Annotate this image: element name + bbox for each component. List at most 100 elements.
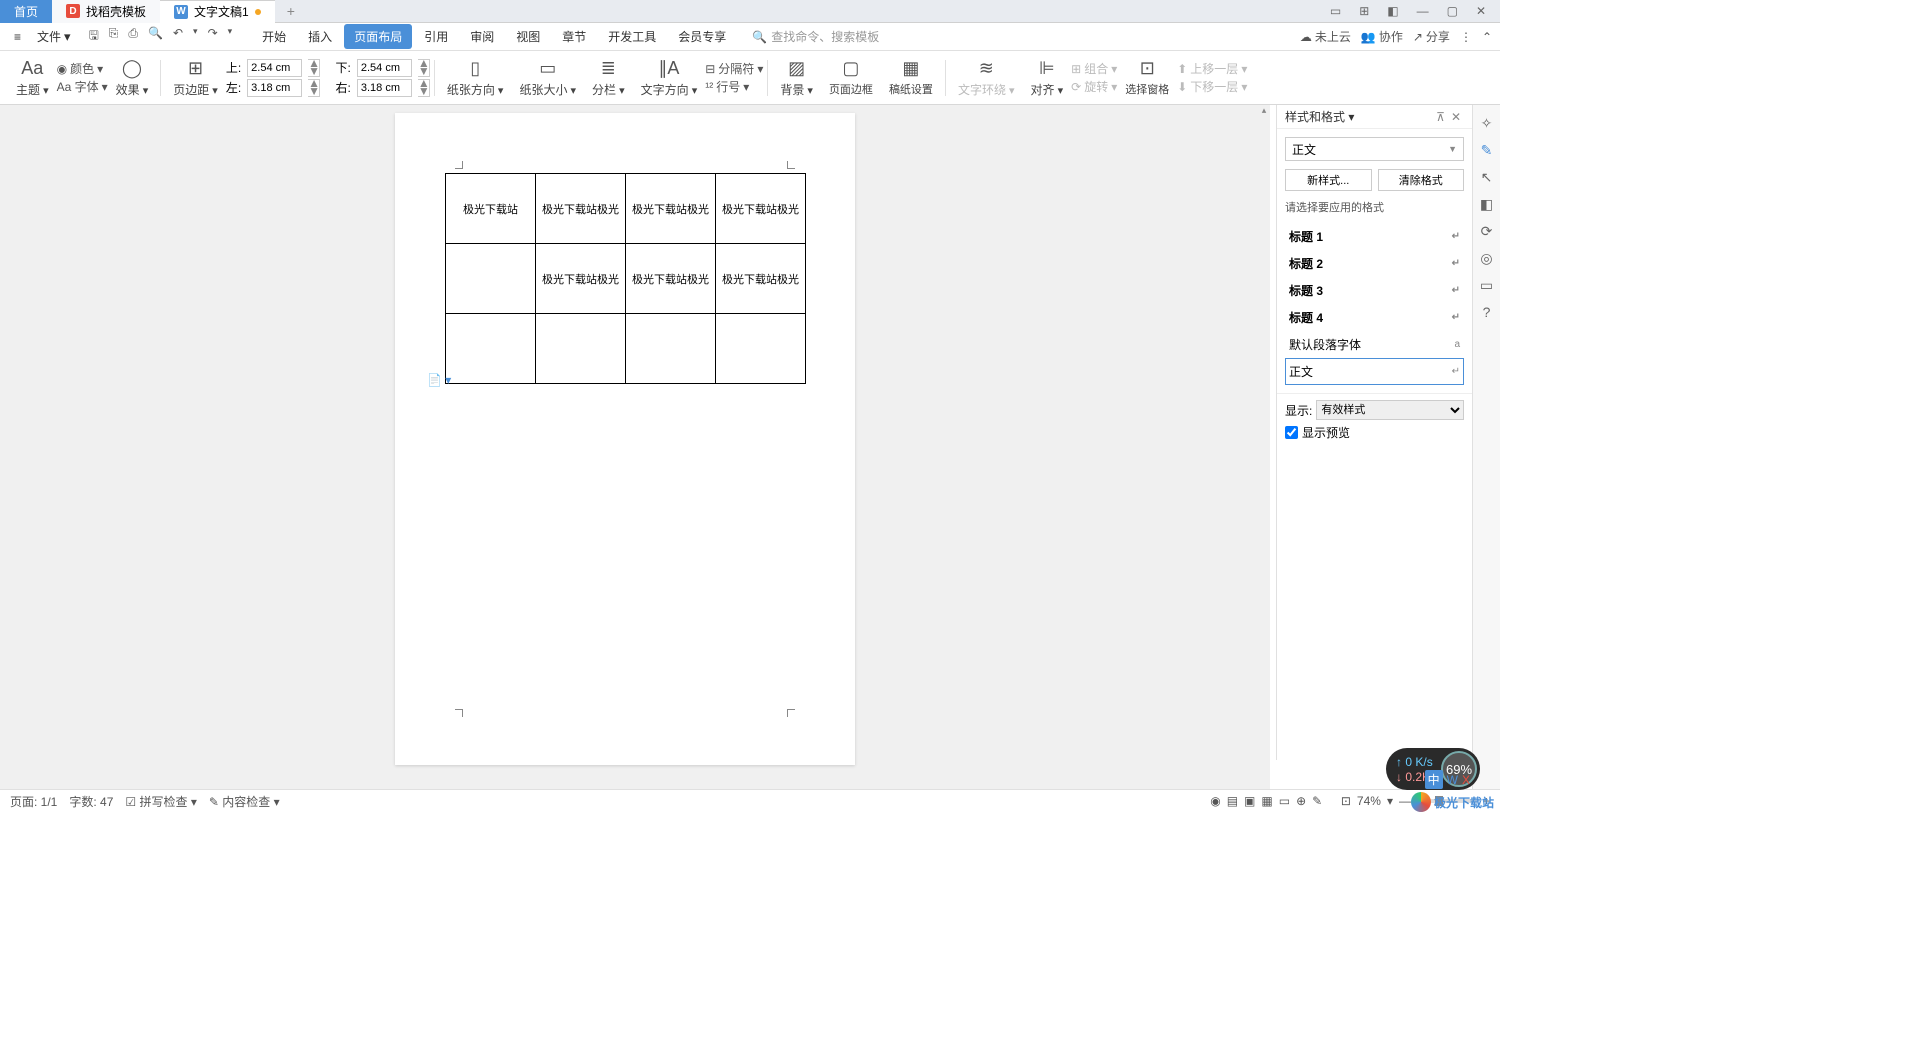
columns-button[interactable]: ≣分栏 ▾ bbox=[584, 51, 633, 104]
styles-icon[interactable]: ✎ bbox=[1481, 142, 1493, 159]
export-icon[interactable]: ⎘ bbox=[107, 24, 121, 49]
margin-left-input[interactable] bbox=[247, 79, 302, 97]
ai-icon[interactable]: ✧ bbox=[1481, 115, 1493, 132]
table-cell[interactable] bbox=[446, 314, 536, 384]
save-icon[interactable]: 🖫 bbox=[87, 24, 101, 49]
layout1-icon[interactable]: ▣ bbox=[1244, 794, 1255, 808]
word-count[interactable]: 字数: 47 bbox=[69, 793, 113, 810]
margins-button[interactable]: ⊞页边距 ▾ bbox=[165, 51, 226, 104]
tab-dev[interactable]: 开发工具 bbox=[598, 24, 666, 49]
refresh-icon[interactable]: ⟳ bbox=[1481, 223, 1493, 240]
pane-close-icon[interactable]: ✕ bbox=[1448, 110, 1464, 124]
close-button[interactable]: ✕ bbox=[1472, 2, 1490, 20]
shapes-icon[interactable]: ◧ bbox=[1480, 196, 1493, 213]
tab-chapter[interactable]: 章节 bbox=[552, 24, 596, 49]
table-cell[interactable] bbox=[536, 314, 626, 384]
new-tab-button[interactable]: + bbox=[275, 3, 307, 19]
share-button[interactable]: ↗ 分享 bbox=[1413, 28, 1450, 45]
show-filter-select[interactable]: 有效样式 bbox=[1316, 400, 1464, 420]
zoom-value[interactable]: 74% bbox=[1357, 794, 1381, 808]
pane-pin-icon[interactable]: ⊼ bbox=[1433, 110, 1448, 124]
table-cell[interactable]: 极光下载站极光 bbox=[716, 174, 806, 244]
tab-start[interactable]: 开始 bbox=[252, 24, 296, 49]
background-button[interactable]: ▨背景 ▾ bbox=[772, 51, 821, 104]
text-direction-button[interactable]: ∥A文字方向 ▾ bbox=[633, 51, 706, 104]
redo-icon[interactable]: ↷ bbox=[206, 24, 220, 49]
style-body[interactable]: 正文↵ bbox=[1285, 358, 1464, 385]
selection-pane-button[interactable]: ⊡选择窗格 bbox=[1117, 51, 1177, 104]
hamburger-icon[interactable]: ≡ bbox=[8, 27, 27, 47]
preview-checkbox[interactable] bbox=[1285, 426, 1298, 439]
align-button[interactable]: ⊫对齐 ▾ bbox=[1023, 51, 1072, 104]
table-cell[interactable]: 极光下载站极光 bbox=[716, 244, 806, 314]
line-number-button[interactable]: ¹² 行号 ▾ bbox=[705, 78, 763, 95]
file-menu[interactable]: 文件 ▾ bbox=[31, 25, 77, 48]
tab-view[interactable]: 视图 bbox=[506, 24, 550, 49]
table-cell[interactable] bbox=[716, 314, 806, 384]
tab-references[interactable]: 引用 bbox=[414, 24, 458, 49]
paper-setup-button[interactable]: ▦稿纸设置 bbox=[881, 51, 941, 104]
more-icon[interactable]: ⋮ bbox=[1460, 30, 1472, 44]
ime-indicator[interactable]: 中 WX bbox=[1425, 770, 1470, 789]
margin-top-input[interactable] bbox=[247, 59, 302, 77]
command-search[interactable]: 🔍 查找命令、搜索模板 bbox=[752, 28, 879, 45]
font-button[interactable]: Aa 字体 ▾ bbox=[57, 78, 108, 95]
page-indicator-icon[interactable]: 📄 ▾ bbox=[427, 373, 451, 387]
ink-icon[interactable]: ✎ bbox=[1312, 794, 1322, 808]
vertical-scrollbar[interactable]: ▴ bbox=[1258, 105, 1270, 789]
current-style-combo[interactable]: 正文▼ bbox=[1285, 137, 1464, 161]
margin-bottom-input[interactable] bbox=[357, 59, 412, 77]
theme-button[interactable]: Aa主题 ▾ bbox=[8, 51, 57, 104]
cloud-status[interactable]: ☁ 未上云 bbox=[1300, 28, 1351, 45]
document-canvas[interactable]: 极光下载站 极光下载站极光 极光下载站极光 极光下载站极光 极光下载站极光 极光… bbox=[0, 105, 1270, 789]
style-heading3[interactable]: 标题 3↵ bbox=[1285, 277, 1464, 304]
eye-icon[interactable]: ◉ bbox=[1210, 794, 1220, 808]
new-style-button[interactable]: 新样式... bbox=[1285, 169, 1372, 191]
clear-format-button[interactable]: 清除格式 bbox=[1378, 169, 1465, 191]
tab-document[interactable]: W 文字文稿1 bbox=[160, 0, 275, 23]
book-icon[interactable]: ▭ bbox=[1480, 277, 1493, 294]
content-check[interactable]: ✎ 内容检查 ▾ bbox=[209, 793, 280, 810]
tab-home[interactable]: 首页 bbox=[0, 0, 52, 23]
collapse-ribbon-icon[interactable]: ⌃ bbox=[1482, 30, 1492, 44]
paper-size-button[interactable]: ▭纸张大小 ▾ bbox=[511, 51, 584, 104]
print-icon[interactable]: ⎙ bbox=[126, 24, 140, 49]
fit-icon[interactable]: ⊡ bbox=[1341, 794, 1351, 808]
table-cell[interactable]: 极光下载站极光 bbox=[626, 244, 716, 314]
table-cell[interactable] bbox=[626, 314, 716, 384]
comment-icon[interactable]: ▤ bbox=[1227, 794, 1238, 808]
maximize-button[interactable]: ▢ bbox=[1443, 2, 1462, 20]
web-icon[interactable]: ⊕ bbox=[1296, 794, 1306, 808]
table-cell[interactable]: 极光下载站 bbox=[446, 174, 536, 244]
zoom-out[interactable]: — bbox=[1399, 794, 1411, 808]
tab-page-layout[interactable]: 页面布局 bbox=[344, 24, 412, 49]
help-icon[interactable]: ? bbox=[1483, 304, 1491, 320]
tab-templates[interactable]: D 找稻壳模板 bbox=[52, 0, 160, 23]
spell-check[interactable]: ☑ 拼写检查 ▾ bbox=[125, 793, 196, 810]
reading-mode-icon[interactable]: ▭ bbox=[1326, 2, 1345, 20]
table-cell[interactable] bbox=[446, 244, 536, 314]
table-cell[interactable]: 极光下载站极光 bbox=[536, 174, 626, 244]
read-icon[interactable]: ▭ bbox=[1279, 794, 1290, 808]
page-border-button[interactable]: ▢页面边框 bbox=[821, 51, 881, 104]
grid-icon[interactable]: ⊞ bbox=[1355, 2, 1373, 20]
layout2-icon[interactable]: ▦ bbox=[1261, 794, 1272, 808]
tab-member[interactable]: 会员专享 bbox=[668, 24, 736, 49]
table-cell[interactable]: 极光下载站极光 bbox=[626, 174, 716, 244]
undo-icon[interactable]: ↶ bbox=[171, 24, 185, 49]
margin-right-input[interactable] bbox=[357, 79, 412, 97]
location-icon[interactable]: ◎ bbox=[1480, 250, 1492, 267]
collab-button[interactable]: 👥 协作 bbox=[1361, 28, 1403, 45]
select-icon[interactable]: ↖ bbox=[1481, 169, 1493, 186]
tab-review[interactable]: 审阅 bbox=[460, 24, 504, 49]
skin-icon[interactable]: ◧ bbox=[1383, 2, 1402, 20]
minimize-button[interactable]: — bbox=[1413, 2, 1433, 20]
effect-button[interactable]: ◯效果 ▾ bbox=[108, 51, 157, 104]
style-heading4[interactable]: 标题 4↵ bbox=[1285, 304, 1464, 331]
color-button[interactable]: ◉ 颜色 ▾ bbox=[57, 60, 108, 77]
breaks-button[interactable]: ⊟ 分隔符 ▾ bbox=[705, 60, 763, 77]
orientation-button[interactable]: ▯纸张方向 ▾ bbox=[439, 51, 512, 104]
page-count[interactable]: 页面: 1/1 bbox=[10, 793, 57, 810]
page[interactable]: 极光下载站 极光下载站极光 极光下载站极光 极光下载站极光 极光下载站极光 极光… bbox=[395, 113, 855, 765]
tab-insert[interactable]: 插入 bbox=[298, 24, 342, 49]
